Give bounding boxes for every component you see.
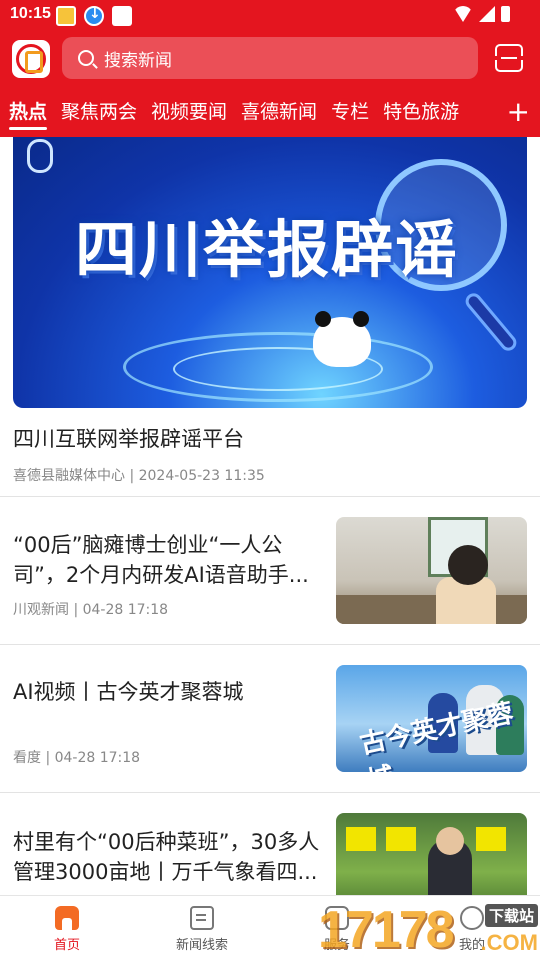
- search-icon: [78, 50, 94, 66]
- notification-app-icon-2: [112, 6, 132, 26]
- status-bar: 10:15: [0, 0, 540, 32]
- app-logo[interactable]: [12, 40, 50, 78]
- thumb-yellow-card: [386, 827, 416, 851]
- app-header: 10:15 搜索新闻 热点 聚焦两会 视频要闻 喜德新闻 专栏 特色旅游 +: [0, 0, 540, 137]
- tab-tourism[interactable]: 特色旅游: [376, 96, 466, 132]
- thumb-person-head: [448, 545, 488, 585]
- article-title[interactable]: “00后”脑瘫博士创业“一人公司”，2个月内研发AI语音助手...: [13, 530, 321, 590]
- magnifier-handle: [462, 290, 520, 354]
- panda-mascot-icon: [313, 311, 371, 367]
- tab-focus-sessions[interactable]: 聚焦两会: [54, 96, 144, 132]
- article-thumbnail[interactable]: 古今英才聚蓉城: [336, 665, 527, 772]
- thumb-yellow-card: [476, 827, 506, 851]
- divider: [0, 792, 540, 793]
- watermark-number: 17178: [318, 901, 455, 959]
- search-placeholder: 搜索新闻: [104, 50, 172, 71]
- menu-icon: [501, 57, 517, 59]
- hero-image-text: 四川举报辟谣: [74, 213, 459, 286]
- nav-home[interactable]: 首页: [22, 896, 112, 960]
- hero-article-meta: 喜德县融媒体中心 | 2024-05-23 11:35: [13, 468, 265, 484]
- notification-app-icon: [56, 6, 76, 26]
- article-thumbnail[interactable]: [336, 813, 527, 895]
- divider: [0, 644, 540, 645]
- battery-icon: [501, 6, 510, 22]
- hero-article-title[interactable]: 四川互联网举报辟谣平台: [13, 423, 244, 453]
- watermark-tag: 下载站: [484, 904, 538, 927]
- status-icons: [453, 6, 510, 22]
- thumb-person-head: [436, 827, 464, 855]
- tab-columns[interactable]: 专栏: [324, 96, 376, 132]
- hero-image[interactable]: 四川举报辟谣: [13, 137, 527, 408]
- article-meta: 看度 | 04-28 17:18: [13, 750, 141, 766]
- news-feed[interactable]: 四川举报辟谣 四川互联网举报辟谣平台 喜德县融媒体中心 | 2024-05-23…: [0, 137, 540, 895]
- article-title[interactable]: 村里有个“00后种菜班”，30多人管理3000亩地丨万千气象看四...: [13, 827, 321, 887]
- logo-icon: [16, 44, 46, 74]
- nav-news-tips-label: 新闻线索: [175, 938, 228, 953]
- tab-hot[interactable]: 热点: [0, 96, 54, 132]
- thumb-yellow-card: [346, 827, 376, 851]
- site-watermark: 17178 下载站 .COM: [318, 900, 540, 960]
- watermark-suffix: .COM: [480, 930, 538, 955]
- nav-home-label: 首页: [53, 938, 80, 953]
- article-title[interactable]: AI视频丨古今英才聚蓉城: [13, 677, 321, 707]
- wifi-icon: [453, 6, 473, 22]
- edit-icon: [190, 906, 214, 930]
- channel-badge-icon: [27, 139, 53, 173]
- thumb-desk: [336, 595, 527, 624]
- menu-button[interactable]: [495, 44, 523, 72]
- article-meta: 川观新闻 | 04-28 17:18: [13, 602, 169, 618]
- signal-icon: [479, 6, 495, 22]
- nav-news-tips[interactable]: 新闻线索: [157, 896, 247, 960]
- search-bar[interactable]: 搜索新闻: [62, 37, 478, 79]
- status-time: 10:15: [10, 5, 51, 22]
- category-tabs: 热点 聚焦两会 视频要闻 喜德新闻 专栏 特色旅游 +: [0, 96, 540, 132]
- divider: [0, 496, 540, 497]
- download-icon: [84, 6, 104, 26]
- tab-video-news[interactable]: 视频要闻: [144, 96, 234, 132]
- tab-xide-news[interactable]: 喜德新闻: [234, 96, 324, 132]
- article-thumbnail[interactable]: [336, 517, 527, 624]
- home-icon: [55, 906, 79, 930]
- add-tab-button[interactable]: +: [507, 96, 530, 128]
